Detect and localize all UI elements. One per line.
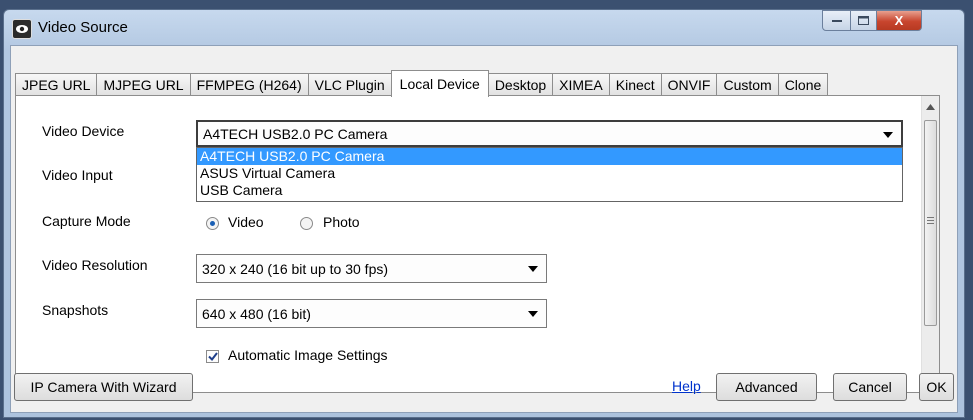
video-resolution-value: 320 x 240 (16 bit up to 30 fps)	[202, 260, 389, 277]
tab-mjpeg-url[interactable]: MJPEG URL	[96, 73, 191, 96]
ok-button[interactable]: OK	[919, 373, 954, 401]
radio-selected-dot	[210, 221, 215, 226]
grip-icon	[927, 217, 934, 224]
capture-mode-label: Capture Mode	[42, 213, 131, 229]
eye-app-icon	[12, 19, 32, 39]
chevron-down-icon[interactable]	[883, 132, 893, 138]
checkmark-icon	[207, 352, 218, 361]
tab-onvif[interactable]: ONVIF	[660, 73, 718, 96]
client-area: JPEG URL MJPEG URL FFMPEG (H264) VLC Plu…	[10, 45, 958, 413]
close-button[interactable]: X	[876, 10, 922, 31]
automatic-image-settings-label: Automatic Image Settings	[228, 347, 388, 363]
video-resolution-select[interactable]: 320 x 240 (16 bit up to 30 fps)	[196, 254, 547, 283]
video-device-label: Video Device	[42, 123, 125, 139]
vertical-scrollbar[interactable]	[921, 96, 939, 392]
tab-ximea[interactable]: XIMEA	[552, 73, 610, 96]
minimize-button[interactable]	[822, 10, 851, 31]
video-device-value: A4TECH USB2.0 PC Camera	[203, 125, 388, 142]
tab-strip: JPEG URL MJPEG URL FFMPEG (H264) VLC Plu…	[15, 68, 829, 97]
tab-jpeg-url[interactable]: JPEG URL	[15, 73, 98, 96]
automatic-image-settings-checkbox[interactable]	[206, 350, 219, 363]
tab-custom[interactable]: Custom	[716, 73, 779, 96]
video-device-dropdown-list: A4TECH USB2.0 PC Camera ASUS Virtual Cam…	[196, 147, 903, 202]
snapshots-select[interactable]: 640 x 480 (16 bit)	[196, 299, 547, 328]
maximize-button[interactable]	[850, 10, 877, 31]
chevron-down-icon[interactable]	[528, 311, 538, 317]
video-radio-label: Video	[228, 214, 264, 230]
close-icon: X	[894, 13, 904, 28]
scroll-up-arrow-icon[interactable]	[926, 104, 935, 110]
photo-radio[interactable]	[300, 217, 313, 230]
tab-local-device[interactable]: Local Device	[390, 70, 489, 97]
tab-ffmpeg-h264[interactable]: FFMPEG (H264)	[189, 73, 309, 96]
video-resolution-label: Video Resolution	[42, 257, 148, 273]
photo-radio-label: Photo	[323, 214, 360, 230]
local-device-panel: Video Device A4TECH USB2.0 PC Camera A4T…	[15, 95, 940, 393]
tab-vlc-plugin[interactable]: VLC Plugin	[307, 73, 392, 96]
tab-desktop[interactable]: Desktop	[487, 73, 554, 96]
window-title: Video Source	[38, 19, 128, 36]
ip-camera-wizard-button[interactable]: IP Camera With Wizard	[14, 373, 193, 401]
video-device-select[interactable]: A4TECH USB2.0 PC Camera	[196, 120, 903, 147]
scrollbar-thumb[interactable]	[924, 120, 937, 326]
dropdown-option[interactable]: ASUS Virtual Camera	[197, 165, 902, 182]
tab-kinect[interactable]: Kinect	[608, 73, 662, 96]
help-link[interactable]: Help	[672, 378, 701, 394]
chevron-down-icon[interactable]	[528, 266, 538, 272]
cancel-button[interactable]: Cancel	[833, 373, 907, 401]
video-source-window: Video Source X JPEG URL MJPEG URL FFMPEG…	[3, 9, 965, 418]
snapshots-value: 640 x 480 (16 bit)	[202, 305, 311, 322]
advanced-button[interactable]: Advanced	[716, 373, 817, 401]
tab-clone[interactable]: Clone	[777, 73, 829, 96]
video-input-label: Video Input	[42, 167, 113, 183]
dropdown-option[interactable]: A4TECH USB2.0 PC Camera	[197, 148, 902, 165]
snapshots-label: Snapshots	[42, 302, 109, 318]
video-radio[interactable]	[206, 217, 219, 230]
dropdown-option[interactable]: USB Camera	[197, 182, 902, 199]
